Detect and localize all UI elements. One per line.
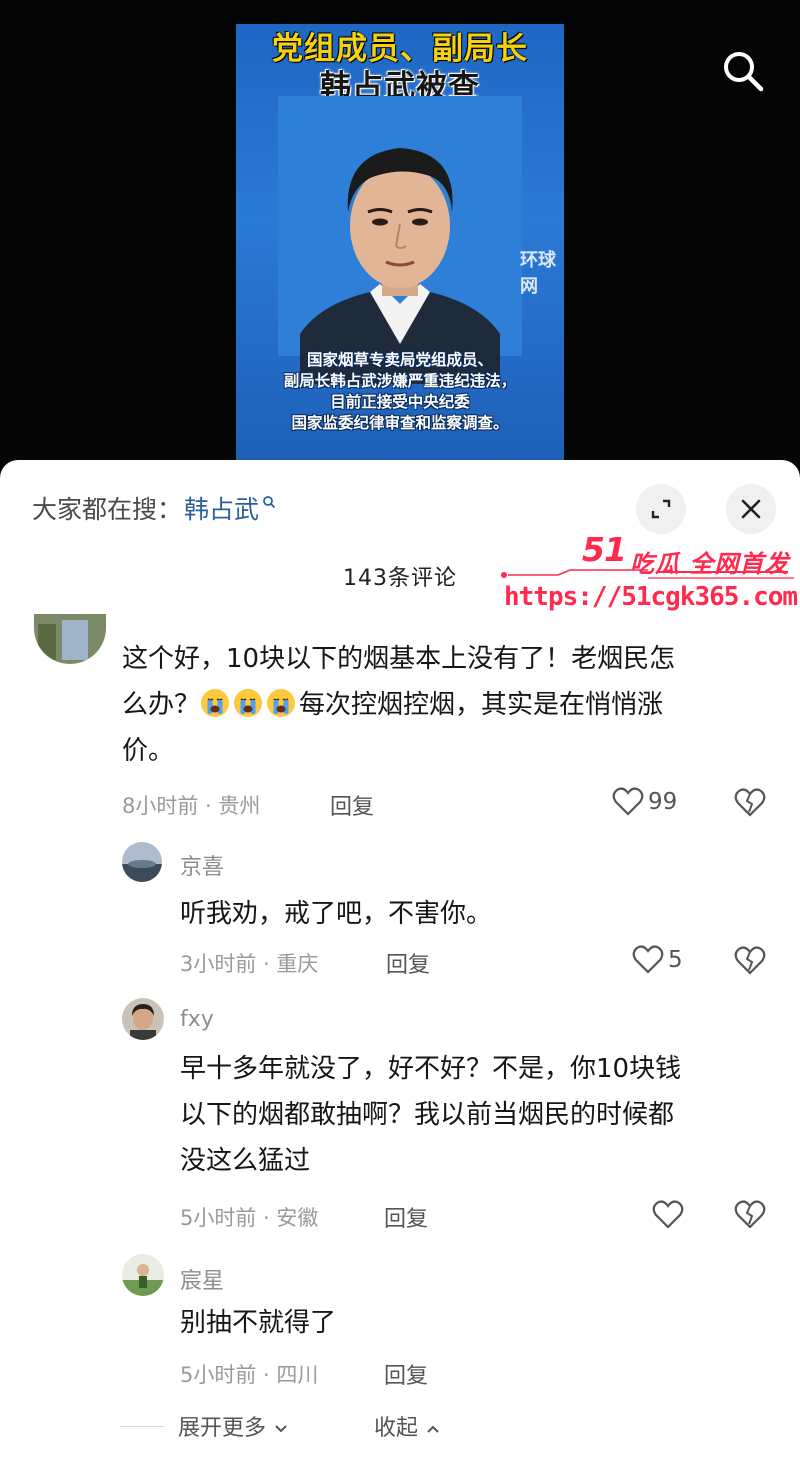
video-caption: 国家烟草专卖局党组成员、 副局长韩占武涉嫌严重违纪违法， 目前正接受中央纪委 国…	[236, 350, 564, 434]
comment-text: 别抽不就得了	[180, 1308, 337, 1338]
caption-line: 副局长韩占武涉嫌严重违纪违法，	[283, 372, 517, 390]
reply-button[interactable]: 回复	[384, 1201, 428, 1233]
comment-text: 早十多年就没了，好不好？不是，你10块钱 以下的烟都敢抽啊？我以前当烟民的时候都…	[180, 1046, 780, 1184]
comment-line: 没这么猛过	[180, 1146, 311, 1176]
caption-line: 国家监委纪律审查和监察调查。	[291, 414, 509, 432]
hot-search-prefix: 大家都在搜：	[32, 495, 183, 524]
comment-meta: 5小时前 · 四川	[180, 1363, 319, 1387]
video-watermark: 环球网	[520, 250, 556, 297]
expand-icon	[651, 499, 671, 519]
brand-url: https://51cgk365.com	[504, 582, 798, 612]
chevron-up-icon	[427, 1425, 439, 1433]
brand-decoration	[501, 569, 794, 579]
crying-face-icon	[267, 689, 296, 717]
comment-text: 这个好，10块以下的烟基本上没有了！老烟民怎 么办？ 每次控烟控烟，其实是在悄悄涨…	[122, 636, 772, 774]
crying-face-icon	[234, 689, 263, 717]
comment-panel: 大家都在搜： 韩占武 143条评论 51 吃瓜 全网首发 https://51c…	[0, 460, 800, 1471]
comment-line: 早十多年就没了，好不好？不是，你10块钱	[180, 1054, 682, 1084]
avatar[interactable]	[122, 1254, 164, 1296]
comment-meta: 8小时前 · 贵州	[122, 794, 261, 818]
hot-search-bar[interactable]: 大家都在搜： 韩占武	[32, 490, 276, 526]
avatar[interactable]	[122, 998, 164, 1040]
like-button[interactable]: 5	[632, 945, 683, 975]
comment-text: 听我劝，戒了吧，不害你。	[180, 899, 493, 929]
chevron-down-icon	[275, 1425, 287, 1433]
like-button[interactable]: 99	[612, 787, 677, 817]
comment-line: 价。	[122, 736, 175, 766]
expand-more-label: 展开更多	[178, 1416, 267, 1441]
heart-icon	[612, 787, 644, 816]
caption-line: 国家烟草专卖局党组成员、	[306, 351, 493, 369]
crying-face-icon	[201, 689, 230, 717]
broken-heart-icon[interactable]	[734, 946, 766, 976]
search-icon[interactable]	[718, 46, 768, 96]
broken-heart-icon[interactable]	[734, 1200, 766, 1230]
username[interactable]: fxy	[180, 1007, 214, 1032]
reply-button[interactable]: 回复	[386, 947, 430, 979]
avatar[interactable]	[34, 614, 106, 664]
like-count: 99	[648, 789, 678, 815]
brand-logo: 51	[582, 530, 627, 569]
broken-heart-icon[interactable]	[734, 788, 766, 818]
video-player[interactable]: 党组成员、副局长 韩占武被查 环球网 国家烟草专卖局党组成员、 副局长韩占武涉嫌…	[0, 0, 800, 480]
comment-meta: 5小时前 · 安徽	[180, 1206, 319, 1230]
close-icon	[741, 499, 761, 519]
comment-line: 这个好，10块以下的烟基本上没有了！老烟民怎	[122, 644, 676, 674]
comment-meta: 3小时前 · 重庆	[180, 952, 319, 976]
collapse-label: 收起	[374, 1416, 419, 1441]
avatar[interactable]	[122, 842, 162, 882]
heart-icon	[632, 945, 664, 974]
expand-row: 展开更多 收起	[120, 1410, 520, 1442]
video-frame: 党组成员、副局长 韩占武被查 环球网 国家烟草专卖局党组成员、 副局长韩占武涉嫌…	[236, 24, 564, 462]
divider	[120, 1426, 164, 1427]
heart-icon[interactable]	[652, 1200, 684, 1230]
expand-more-button[interactable]: 展开更多	[178, 1410, 289, 1442]
mini-search-icon	[263, 496, 276, 509]
collapse-button[interactable]: 收起	[374, 1410, 441, 1442]
reply-button[interactable]: 回复	[384, 1358, 428, 1390]
comment-line: 么办？ 每次控烟控烟，其实是在悄悄涨	[122, 689, 664, 720]
comment-line: 以下的烟都敢抽啊？我以前当烟民的时候都	[180, 1100, 675, 1130]
video-title: 党组成员、副局长 韩占武被查	[236, 30, 564, 106]
person-portrait	[300, 148, 500, 384]
hot-search-keyword[interactable]: 韩占武	[184, 490, 259, 526]
like-count: 5	[668, 947, 683, 973]
username[interactable]: 宸星	[180, 1263, 224, 1295]
video-title-line1: 党组成员、副局长	[272, 31, 528, 67]
username[interactable]: 京喜	[180, 849, 224, 881]
caption-line: 目前正接受中央纪委	[330, 393, 470, 411]
brand-watermark: 51 吃瓜 全网首发 https://51cgk365.com	[498, 524, 798, 624]
reply-button[interactable]: 回复	[330, 789, 374, 821]
